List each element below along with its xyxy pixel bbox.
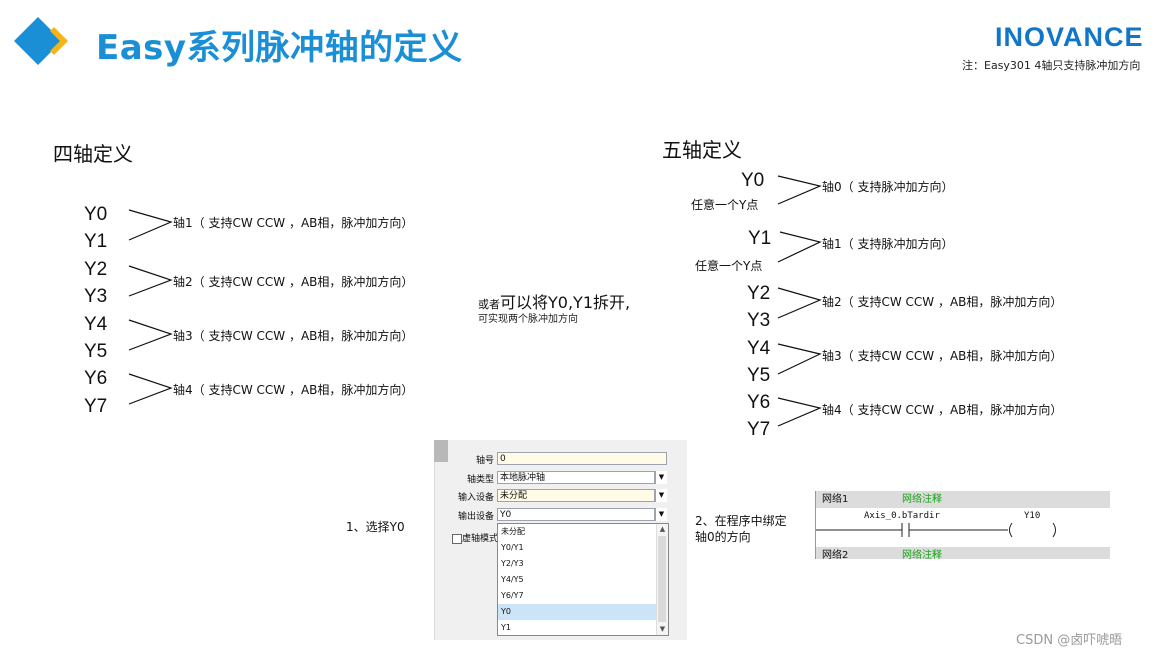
y-point-note: 任意一个Y点 — [691, 198, 759, 212]
y-label: Y2 — [747, 283, 771, 304]
y-label: Y1 — [748, 228, 772, 249]
brand-logo: INOVANCE — [995, 22, 1144, 52]
network2-comment: 网络注释 — [902, 550, 942, 559]
network2-label: 网络2 — [822, 550, 849, 559]
header-note: 注：Easy301 4轴只支持脉冲加方向 — [962, 59, 1141, 72]
scroll-up-icon[interactable]: ▲ — [657, 524, 668, 535]
y-label: Y4 — [84, 314, 108, 335]
axis-label: 轴0（ 支持脉冲加方向） — [822, 180, 954, 194]
y-label: Y5 — [84, 341, 108, 362]
y-point-note: 任意一个Y点 — [695, 259, 763, 273]
ladder-editor: 网络1 网络注释 Axis_0.bTardir Y10 网络2 网络注释 — [815, 491, 1110, 559]
virtual-axis-checkbox[interactable]: 虚轴模式 — [452, 531, 498, 544]
scroll-down-icon[interactable]: ▼ — [657, 624, 668, 635]
y-label: Y3 — [747, 310, 771, 331]
field-label: 轴号 — [475, 456, 494, 466]
y-label: Y3 — [84, 286, 108, 307]
right-connector-lines — [777, 175, 822, 427]
four-axis-heading: 四轴定义 — [53, 142, 133, 166]
y-label: Y4 — [747, 338, 771, 359]
chevron-down-icon[interactable]: ▼ — [655, 489, 667, 502]
network2-header: 网络2 网络注释 — [816, 547, 1110, 559]
y-label: Y6 — [747, 392, 771, 413]
y-label: Y7 — [84, 396, 108, 417]
field-label: 输出设备 — [457, 512, 494, 522]
field-label: 输入设备 — [457, 493, 494, 503]
input-device-select[interactable]: 未分配 — [497, 489, 655, 502]
axis-label: 轴1（ 支持脉冲加方向） — [822, 237, 954, 251]
ladder-rung — [816, 522, 1056, 538]
field-label: 轴类型 — [466, 475, 494, 485]
chevron-down-icon[interactable]: ▼ — [655, 508, 667, 521]
dropdown-option[interactable]: 未分配 — [498, 524, 668, 540]
dropdown-option[interactable]: Y0/Y1 — [498, 540, 668, 556]
chevron-down-icon[interactable]: ▼ — [655, 471, 667, 484]
y-label: Y5 — [747, 365, 771, 386]
y-label: Y7 — [747, 419, 771, 440]
axis-type-select[interactable]: 本地脉冲轴 — [497, 471, 655, 484]
step1-caption: 1、选择Y0 — [346, 520, 405, 534]
virtual-axis-label: 虚轴模式 — [462, 534, 499, 544]
axis-label: 轴2（ 支持CW CCW ，AB相，脉冲加方向） — [822, 295, 1063, 309]
axis-label: 轴2（ 支持CW CCW ，AB相，脉冲加方向） — [173, 275, 414, 289]
axis-number-field[interactable]: 0 — [497, 452, 667, 465]
y-label: Y6 — [84, 368, 108, 389]
scrollbar[interactable]: ▲ ▼ — [656, 524, 668, 635]
inovance-diamond-logo — [14, 17, 68, 65]
dropdown-option-selected[interactable]: Y0 — [498, 604, 668, 620]
network1-label: 网络1 — [822, 494, 849, 505]
step2-caption: 2、在程序中绑定轴0的方向 — [695, 514, 787, 544]
axis-label: 轴3（ 支持CW CCW ，AB相，脉冲加方向） — [173, 329, 414, 343]
output-device-dropdown-list[interactable]: 未分配 Y0/Y1 Y2/Y3 Y4/Y5 Y6/Y7 Y0 Y1 ▲ ▼ — [497, 523, 669, 636]
axis-label: 轴1（ 支持CW CCW ，AB相，脉冲加方向） — [173, 216, 414, 230]
output-device-select[interactable]: Y0 — [497, 508, 655, 521]
axis-label: 轴4（ 支持CW CCW ，AB相，脉冲加方向） — [822, 403, 1063, 417]
network1-header: 网络1 网络注释 — [816, 491, 1110, 508]
dropdown-option[interactable]: Y1 — [498, 620, 668, 635]
axis-label: 轴4（ 支持CW CCW ，AB相，脉冲加方向） — [173, 383, 414, 397]
checkbox-icon[interactable] — [452, 533, 462, 544]
network1-comment: 网络注释 — [902, 494, 942, 505]
y-label: Y0 — [741, 170, 765, 191]
y-label: Y0 — [84, 204, 108, 225]
watermark: CSDN @卤吓唬晤 — [1016, 633, 1123, 648]
page-title: Easy系列脉冲轴的定义 — [96, 28, 463, 68]
scroll-thumb[interactable] — [658, 536, 666, 622]
five-axis-heading: 五轴定义 — [662, 138, 742, 162]
y-label: Y2 — [84, 259, 108, 280]
split-note-sub: 可实现两个脉冲加方向 — [478, 314, 578, 325]
dropdown-option[interactable]: Y4/Y5 — [498, 572, 668, 588]
axis-label: 轴3（ 支持CW CCW ，AB相，脉冲加方向） — [822, 349, 1063, 363]
dropdown-option[interactable]: Y2/Y3 — [498, 556, 668, 572]
left-connector-lines — [128, 209, 173, 405]
dropdown-option[interactable]: Y6/Y7 — [498, 588, 668, 604]
y-label: Y1 — [84, 231, 108, 252]
